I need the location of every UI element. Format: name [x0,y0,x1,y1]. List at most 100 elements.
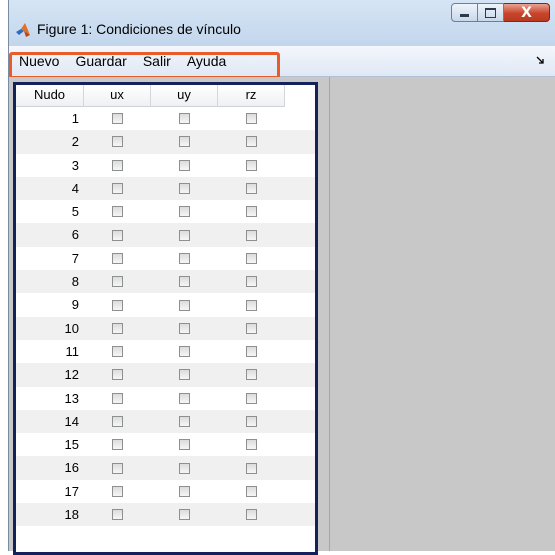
ux-checkbox[interactable] [112,113,123,125]
menu-salir[interactable]: Salir [135,47,179,75]
rz-checkbox[interactable] [246,229,257,241]
uy-cell [151,317,218,340]
table-row: 17 [16,479,315,504]
uy-cell [151,177,218,200]
rz-checkbox[interactable] [246,509,257,521]
rz-checkbox[interactable] [246,439,257,451]
rz-cell [218,410,285,433]
maximize-icon [485,7,496,18]
uy-checkbox[interactable] [179,183,190,195]
rz-checkbox[interactable] [246,252,257,264]
minimize-button[interactable] [451,3,478,22]
menu-ayuda[interactable]: Ayuda [179,47,234,75]
ux-checkbox[interactable] [112,322,123,334]
rz-checkbox[interactable] [246,206,257,218]
rz-checkbox[interactable] [246,299,257,311]
uy-cell [151,363,218,386]
column-header-nudo[interactable]: Nudo [16,85,84,107]
rz-cell [218,317,285,340]
chevron-overflow-icon[interactable] [536,56,544,64]
ux-checkbox[interactable] [112,439,123,451]
uy-checkbox[interactable] [179,346,190,358]
rz-checkbox[interactable] [246,462,257,474]
ux-checkbox[interactable] [112,509,123,521]
uy-checkbox[interactable] [179,439,190,451]
rz-cell [218,433,285,456]
rz-checkbox[interactable] [246,136,257,148]
ux-checkbox[interactable] [112,136,123,148]
uy-checkbox[interactable] [179,485,190,497]
ux-checkbox[interactable] [112,485,123,497]
table-row: 18 [16,503,315,527]
uy-checkbox[interactable] [179,392,190,404]
uy-checkbox[interactable] [179,322,190,334]
column-header-rz[interactable]: rz [218,85,285,107]
rz-cell [218,177,285,200]
title-bar[interactable]: Figure 1: Condiciones de vínculo X [9,0,555,46]
table-row: 10 [16,316,315,340]
rz-cell [218,200,285,223]
ux-checkbox[interactable] [112,416,123,427]
rz-checkbox[interactable] [246,322,257,334]
ux-checkbox[interactable] [112,369,123,381]
figure-window: Figure 1: Condiciones de vínculo X Nuevo… [8,0,555,555]
uy-checkbox[interactable] [179,252,190,264]
uy-checkbox[interactable] [179,276,190,288]
rz-checkbox[interactable] [246,392,257,404]
ux-cell [84,410,151,433]
ux-checkbox[interactable] [112,206,123,218]
uy-cell [151,107,218,130]
uy-checkbox[interactable] [179,416,190,427]
uy-checkbox[interactable] [179,509,190,521]
ux-checkbox[interactable] [112,229,123,241]
close-button[interactable]: X [504,3,550,22]
table-row: 11 [16,339,315,364]
uy-checkbox[interactable] [179,159,190,171]
ux-checkbox[interactable] [112,159,123,171]
ux-cell [84,154,151,177]
uy-checkbox[interactable] [179,113,190,125]
ux-checkbox[interactable] [112,299,123,311]
rz-checkbox[interactable] [246,369,257,381]
menu-nuevo[interactable]: Nuevo [11,47,67,75]
rz-checkbox[interactable] [246,416,257,427]
maximize-button[interactable] [478,3,504,22]
uy-checkbox[interactable] [179,369,190,381]
ux-cell [84,340,151,363]
uy-checkbox[interactable] [179,299,190,311]
column-header-ux[interactable]: ux [84,85,151,107]
rz-cell [218,340,285,363]
rz-checkbox[interactable] [246,276,257,288]
uy-cell [151,293,218,316]
uy-checkbox[interactable] [179,462,190,474]
rz-cell [218,223,285,246]
uy-checkbox[interactable] [179,206,190,218]
uy-cell [151,200,218,223]
ux-cell [84,503,151,526]
table-row: 12 [16,363,315,387]
rz-checkbox[interactable] [246,183,257,195]
ux-checkbox[interactable] [112,392,123,404]
ux-checkbox[interactable] [112,183,123,195]
rz-checkbox[interactable] [246,485,257,497]
uy-cell [151,433,218,456]
ux-cell [84,177,151,200]
ux-cell [84,363,151,386]
ux-checkbox[interactable] [112,276,123,288]
rz-checkbox[interactable] [246,113,257,125]
ux-checkbox[interactable] [112,346,123,358]
column-header-uy[interactable]: uy [151,85,218,107]
rz-checkbox[interactable] [246,346,257,358]
ux-checkbox[interactable] [112,462,123,474]
ux-cell [84,293,151,316]
uy-cell [151,503,218,526]
table-header: Nudo ux uy rz [16,85,315,107]
ux-cell [84,200,151,223]
uy-checkbox[interactable] [179,136,190,148]
menu-guardar[interactable]: Guardar [67,47,134,75]
nudo-cell: 7 [71,250,79,266]
nudo-cell: 9 [71,297,79,313]
uy-checkbox[interactable] [179,229,190,241]
rz-checkbox[interactable] [246,159,257,171]
ux-checkbox[interactable] [112,252,123,264]
